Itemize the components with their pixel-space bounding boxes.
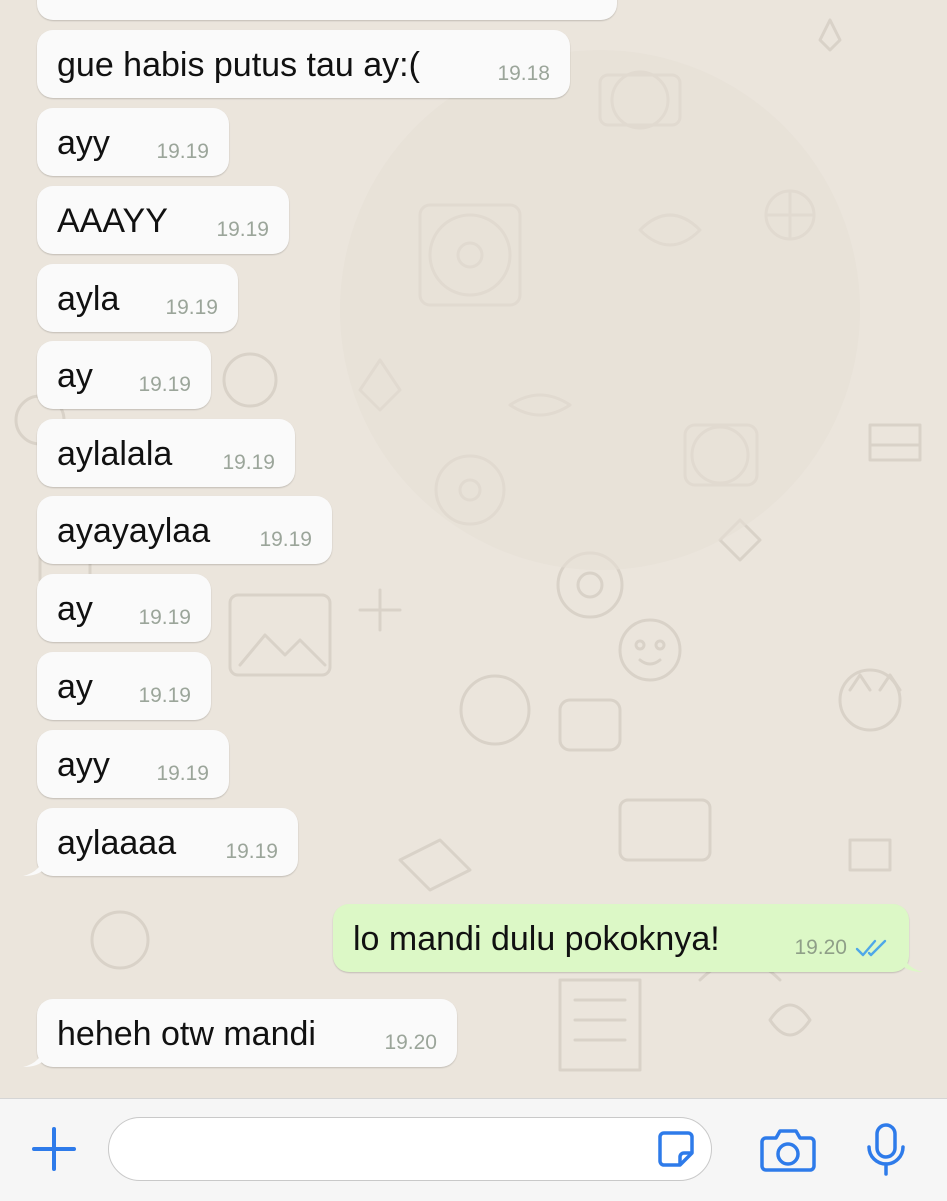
- message-text: ay: [57, 357, 93, 395]
- incoming-message[interactable]: ayla 19.19: [37, 264, 238, 332]
- message-text: ay: [57, 590, 93, 628]
- incoming-message[interactable]: aylaaaa 19.19: [23, 808, 298, 876]
- message-input[interactable]: [108, 1117, 712, 1181]
- read-ticks-icon: [855, 939, 887, 957]
- message-time: 19.19: [138, 373, 191, 396]
- message-time: 19.19: [138, 606, 191, 629]
- bubble-tail: [23, 854, 45, 876]
- outgoing-message[interactable]: lo mandi dulu pokoknya! 19.20: [333, 904, 923, 972]
- incoming-message[interactable]: ayayaylaa 19.19: [37, 496, 332, 564]
- incoming-message[interactable]: gue habis putus tau ay:( 19.18: [37, 30, 570, 98]
- message-time: 19.19: [216, 218, 269, 241]
- incoming-message[interactable]: AAAYY 19.19: [37, 186, 289, 254]
- incoming-message[interactable]: ayy 19.19: [37, 730, 229, 798]
- message-text: gue habis putus tau ay:(: [57, 46, 420, 84]
- message-time: 19.19: [222, 451, 275, 474]
- message-text: ayy: [57, 746, 110, 784]
- message-time: 19.19: [165, 296, 218, 319]
- message-time: 19.20: [794, 936, 847, 959]
- message-time: 19.19: [156, 762, 209, 785]
- bubble-tail: [23, 1045, 45, 1067]
- incoming-message[interactable]: ay 19.19: [37, 652, 211, 720]
- message-text: ayy: [57, 124, 110, 162]
- message-bubble-partial: [37, 0, 617, 20]
- incoming-message[interactable]: ay 19.19: [37, 574, 211, 642]
- incoming-message[interactable]: ayy 19.19: [37, 108, 229, 176]
- incoming-message[interactable]: ay 19.19: [37, 341, 211, 409]
- message-time: 19.19: [259, 528, 312, 551]
- message-text: AAAYY: [57, 202, 168, 240]
- message-text: ayla: [57, 280, 120, 318]
- message-text: lo mandi dulu pokoknya!: [353, 920, 720, 958]
- camera-icon[interactable]: [760, 1126, 816, 1174]
- message-time: 19.18: [497, 62, 550, 85]
- plus-icon[interactable]: [30, 1125, 78, 1173]
- incoming-message[interactable]: aylalala 19.19: [37, 419, 295, 487]
- chat-area[interactable]: gue habis putus tau ay:(19.18 ayy 19.19 AAA…: [0, 0, 947, 1098]
- message-text: ayayaylaa: [57, 512, 211, 550]
- message-text: heheh otw mandi: [57, 1015, 316, 1053]
- message-time: 19.19: [156, 140, 209, 163]
- message-time: 19.20: [384, 1031, 437, 1054]
- incoming-message[interactable]: heheh otw mandi 19.20: [23, 999, 457, 1067]
- message-text: ay: [57, 668, 93, 706]
- message-text: aylaaaa: [57, 824, 177, 862]
- message-text: aylalala: [57, 435, 173, 473]
- microphone-icon[interactable]: [864, 1122, 908, 1178]
- sticker-icon[interactable]: [656, 1129, 696, 1169]
- bubble-tail: [901, 950, 923, 972]
- message-time: 19.19: [225, 840, 278, 863]
- message-time: 19.19: [138, 684, 191, 707]
